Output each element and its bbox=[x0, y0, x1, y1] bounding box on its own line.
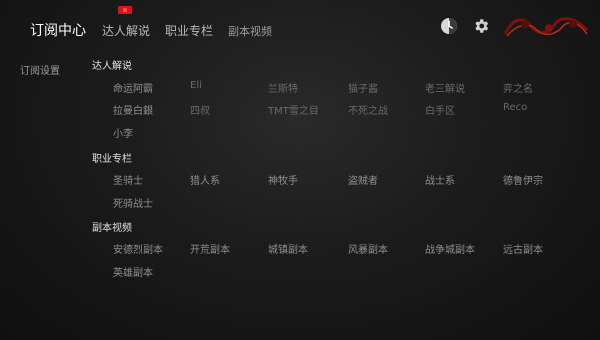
list-item[interactable]: 风暴副本 bbox=[348, 241, 388, 256]
list-item[interactable]: 老三解说 bbox=[425, 80, 465, 95]
list-item[interactable]: 盗贼者 bbox=[348, 172, 378, 187]
list-item[interactable]: 不死之战 bbox=[348, 102, 388, 117]
section-title-expert: 达人解说 bbox=[92, 61, 132, 72]
list-item[interactable]: 猎人系 bbox=[190, 172, 220, 187]
list-item[interactable]: 圣骑士 bbox=[113, 172, 143, 187]
section-title-class: 职业专栏 bbox=[92, 154, 132, 165]
subscription-content: 达人解说 命运阿霸 Eli 兰斯特 猫子酱 老三解说 弈之名 拉曼白銀 四叔 T… bbox=[0, 0, 600, 340]
list-item[interactable]: 弈之名 bbox=[503, 80, 533, 95]
list-item[interactable]: 开荒副本 bbox=[190, 241, 230, 256]
list-item[interactable]: 猫子酱 bbox=[348, 80, 378, 95]
list-item[interactable]: 死骑战士 bbox=[113, 195, 153, 210]
list-item[interactable]: TMT雪之目 bbox=[268, 102, 319, 117]
list-item[interactable]: 拉曼白銀 bbox=[113, 102, 153, 117]
list-item[interactable]: 德鲁伊宗 bbox=[503, 172, 543, 187]
list-item[interactable]: 白手区 bbox=[425, 102, 455, 117]
list-item[interactable]: 远古副本 bbox=[503, 241, 543, 256]
list-item[interactable]: 兰斯特 bbox=[268, 80, 298, 95]
section-title-dungeon: 副本视频 bbox=[92, 223, 132, 234]
list-item[interactable]: 战士系 bbox=[425, 172, 455, 187]
list-item[interactable]: Reco bbox=[503, 102, 527, 113]
list-item[interactable]: 城镇副本 bbox=[268, 241, 308, 256]
list-item[interactable]: 命运阿霸 bbox=[113, 80, 153, 95]
list-item[interactable]: 英雄副本 bbox=[113, 264, 153, 279]
list-item[interactable]: 神牧手 bbox=[268, 172, 298, 187]
list-item[interactable]: 战争城副本 bbox=[425, 241, 475, 256]
list-item[interactable]: 安德烈副本 bbox=[113, 241, 163, 256]
list-item[interactable]: Eli bbox=[190, 80, 202, 91]
list-item[interactable]: 四叔 bbox=[190, 102, 210, 117]
list-item[interactable]: 小李 bbox=[113, 125, 133, 140]
